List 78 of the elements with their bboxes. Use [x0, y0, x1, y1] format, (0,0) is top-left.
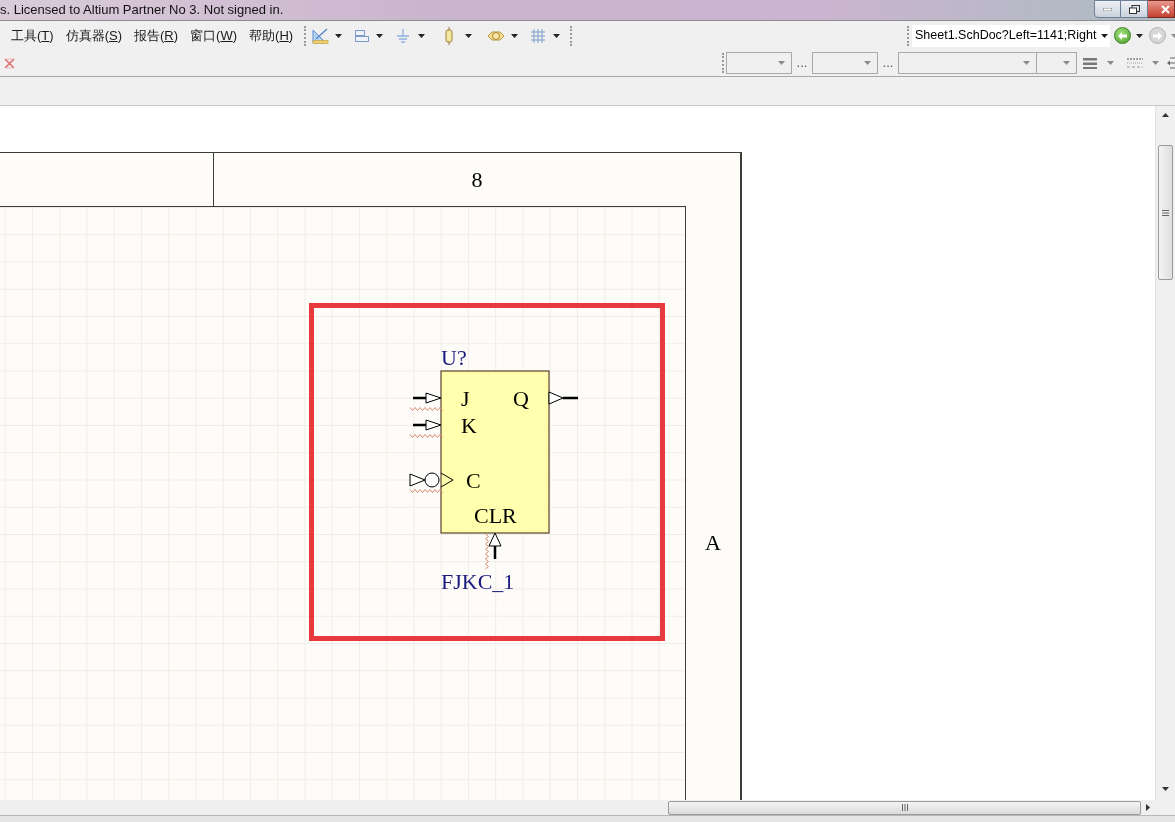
restore-button[interactable]: [1121, 0, 1148, 18]
close-document-button[interactable]: [4, 57, 15, 69]
tool-dropdown-button[interactable]: [488, 29, 519, 42]
address-field[interactable]: Sheet1.SchDoc?Left=1141;Right: [912, 24, 1110, 47]
caret-icon: [1136, 33, 1143, 38]
component-designator: U?: [441, 345, 467, 370]
caret-icon: [1023, 61, 1030, 65]
ruler-icon: [312, 27, 330, 44]
input-pin[interactable]: [488, 532, 502, 559]
scroll-thumb[interactable]: [1158, 145, 1173, 280]
pin-label: Q: [513, 386, 529, 411]
tool-dropdown-button[interactable]: [396, 28, 426, 43]
minimize-button[interactable]: [1094, 0, 1121, 18]
zone-label: A: [705, 531, 721, 555]
pin-label: K: [461, 413, 477, 438]
dropdown-field[interactable]: [898, 52, 1037, 74]
pin-label: CLR: [474, 503, 517, 528]
caret-icon: [418, 33, 426, 38]
caret-icon: [465, 33, 473, 38]
caret-icon: [1107, 61, 1114, 65]
menu-item[interactable]: 仿真器(S): [64, 25, 123, 46]
dashed-lines-icon: [1127, 58, 1143, 68]
minimize-icon: [1103, 7, 1112, 11]
caret-icon: [1063, 61, 1070, 65]
grip-lines-icon: [1162, 209, 1169, 216]
clock-pin[interactable]: [409, 472, 454, 488]
zone-label: 8: [471, 167, 483, 192]
more-button[interactable]: ...: [792, 56, 812, 70]
input-pin[interactable]: [413, 419, 442, 431]
caret-icon: [864, 61, 871, 65]
caret-icon: [335, 33, 343, 38]
component-body[interactable]: [440, 370, 550, 534]
menu-item[interactable]: 报告(R): [133, 25, 180, 46]
toolbar-grip[interactable]: [304, 25, 307, 46]
tool-dropdown-button[interactable]: [355, 28, 384, 43]
menu-item[interactable]: 窗口(W): [189, 25, 239, 46]
input-pin[interactable]: [413, 392, 442, 404]
toolbar-grip[interactable]: [570, 25, 573, 46]
scroll-thumb[interactable]: [668, 800, 1141, 815]
back-button[interactable]: [1114, 27, 1131, 44]
window-title: s. Licensed to Altium Partner No 3. Not signed in.: [0, 1, 284, 19]
vertical-scrollbar[interactable]: [1155, 106, 1175, 800]
restore-icon: [1128, 4, 1140, 14]
line-weight-icon: [1083, 57, 1097, 69]
output-pin[interactable]: [548, 391, 578, 405]
port-icon: [488, 29, 505, 42]
caret-icon: [778, 61, 785, 65]
tool-dropdown-button[interactable]: [445, 26, 473, 45]
menu-item[interactable]: 帮助(H): [248, 25, 295, 46]
caret-icon: [376, 33, 384, 38]
pin-label: J: [461, 386, 470, 411]
caret-icon: [511, 33, 519, 38]
dropdown-field[interactable]: [1037, 52, 1077, 74]
scroll-right-icon[interactable]: [1146, 804, 1150, 811]
pin-label: C: [466, 468, 481, 493]
component-comment: FJKC_1: [441, 569, 515, 594]
ground-icon: [396, 28, 411, 43]
close-icon: [1161, 4, 1170, 14]
drawing-area[interactable]: U? J K C Q CLR FJKC_1: [0, 206, 686, 800]
menu-item[interactable]: 工具(T): [10, 25, 55, 46]
arrow-left-icon: [1118, 31, 1127, 40]
caret-icon: [1101, 33, 1108, 38]
scroll-up-icon[interactable]: [1162, 113, 1169, 117]
tool-dropdown-button[interactable]: [312, 27, 343, 44]
cross-icon: [4, 57, 15, 69]
scroll-down-icon[interactable]: [1162, 787, 1169, 791]
tool-dropdown-button[interactable]: [531, 28, 561, 43]
close-button[interactable]: [1148, 0, 1175, 18]
more-button[interactable]: ...: [878, 56, 898, 70]
grid-icon: [531, 28, 546, 43]
arrow-right-icon: [1153, 31, 1162, 40]
grip-lines-icon: [901, 804, 908, 811]
dropdown-field[interactable]: [812, 52, 878, 74]
dropdown-field[interactable]: [726, 52, 792, 74]
capsule-icon: [445, 26, 454, 45]
stacked-boxes-icon: [355, 28, 370, 43]
caret-icon: [553, 33, 561, 38]
caret-icon: [1152, 61, 1159, 65]
